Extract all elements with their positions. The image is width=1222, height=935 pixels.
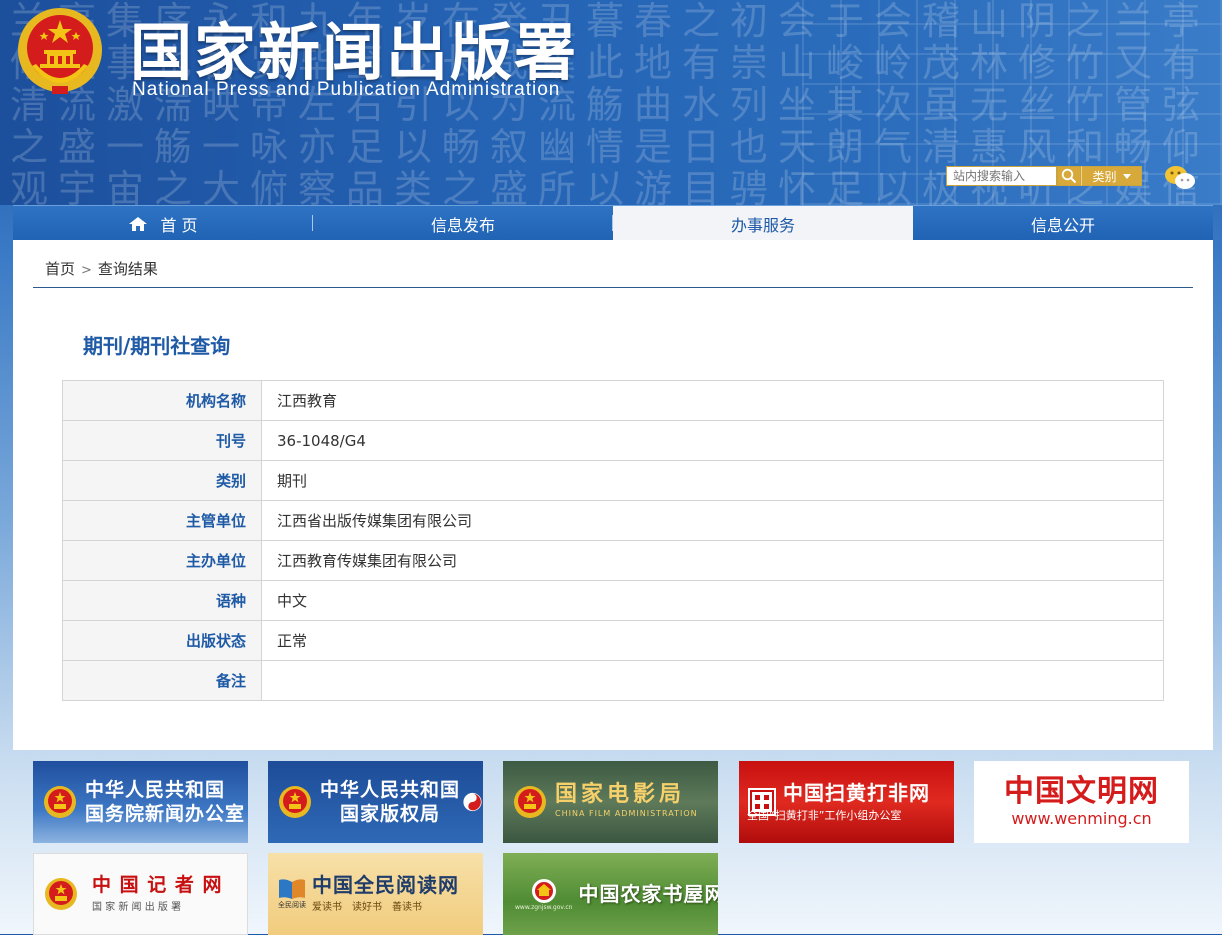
banner-title: 中华人民共和国 — [320, 779, 461, 801]
site-header: 兰亭集序永和九年岁在癸丑暮春之初会于会稽山阴之兰亭修禊事也群贤毕至少长咸集此地有… — [0, 0, 1222, 205]
field-value: 中文 — [261, 580, 1164, 621]
field-label: 类别 — [62, 460, 262, 501]
field-label: 刊号 — [62, 420, 262, 461]
link-film-banner[interactable]: 国家电影局 CHINA FILM ADMINISTRATION — [503, 761, 718, 843]
banner-title: 中国文明网 — [1004, 774, 1159, 809]
nav-services-label: 办事服务 — [730, 215, 795, 235]
field-value: 期刊 — [261, 460, 1164, 501]
field-label: 主办单位 — [62, 540, 262, 581]
banner-title: 中华人民共和国 — [85, 779, 226, 801]
banner-title: 中国农家书屋网 — [578, 882, 718, 906]
national-emblem-icon — [45, 878, 77, 910]
table-row: 刊号 36-1048/G4 — [62, 420, 1164, 461]
table-row: 主管单位 江西省出版传媒集团有限公司 — [62, 500, 1164, 541]
breadcrumb: 首页 > 查询结果 — [45, 258, 158, 279]
category-label: 类别 — [1092, 169, 1117, 184]
nav-info-disclosure[interactable]: 信息公开 — [913, 206, 1213, 241]
banner-subtitle: CHINA FILM ADMINISTRATION — [555, 809, 698, 818]
field-label: 备注 — [62, 660, 262, 701]
field-value: 江西教育传媒集团有限公司 — [261, 540, 1164, 581]
category-dropdown[interactable]: 类别 — [1081, 166, 1142, 186]
field-value: 江西教育 — [261, 380, 1164, 421]
banner-title: 国家电影局 — [555, 782, 686, 807]
banner-subtitle: 全国“扫黄打非”工作小组办公室 — [747, 809, 902, 822]
table-row: 机构名称 江西教育 — [62, 380, 1164, 421]
field-label: 出版状态 — [62, 620, 262, 661]
breadcrumb-home-link[interactable]: 首页 — [45, 260, 75, 278]
national-emblem-icon — [18, 8, 102, 94]
table-row: 备注 — [62, 660, 1164, 701]
national-emblem-icon — [279, 786, 311, 818]
table-row: 语种 中文 — [62, 580, 1164, 621]
link-reading-banner[interactable]: 全民阅读 中国全民阅读网 爱读书 读好书 善读书 — [268, 853, 483, 935]
query-result-table: 机构名称 江西教育 刊号 36-1048/G4 类别 期刊 主管单位 江西省出版传媒集团… — [62, 380, 1164, 701]
breadcrumb-current: 查询结果 — [97, 260, 158, 278]
main-nav: 首 页 信息发布 办事服务 信息公开 — [13, 205, 1213, 241]
search-button[interactable] — [1057, 166, 1081, 186]
national-emblem-icon — [514, 786, 546, 818]
link-ncac-banner[interactable]: 中华人民共和国 国家版权局 — [268, 761, 483, 843]
home-icon — [129, 216, 148, 231]
banner-subtitle: 国务院新闻办公室 — [85, 803, 246, 825]
link-jizhe-banner[interactable]: 中 国 记 者 网 国 家 新 闻 出 版 署 — [33, 853, 248, 935]
link-nongjia-banner[interactable]: www.zgnjsw.gov.cn 中国农家书屋网 — [503, 853, 718, 935]
table-row: 主办单位 江西教育传媒集团有限公司 — [62, 540, 1164, 581]
banner-title: 中 国 记 者 网 — [92, 874, 223, 896]
banner-subtitle: 爱读书 读好书 善读书 — [312, 902, 422, 913]
nav-home-label: 首 页 — [160, 215, 198, 235]
breadcrumb-separator: > — [81, 263, 92, 278]
banner-title: 中国扫黄打非网 — [783, 781, 930, 805]
link-wenming-banner[interactable]: 中国文明网 www.wenming.cn — [974, 761, 1189, 843]
wechat-icon[interactable] — [1164, 164, 1196, 192]
banner-subtitle: www.wenming.cn — [1011, 809, 1152, 828]
nav-services[interactable]: 办事服务 — [613, 206, 913, 241]
banner-title: 中国全民阅读网 — [312, 873, 459, 897]
search-input[interactable] — [946, 166, 1057, 186]
table-row: 类别 期刊 — [62, 460, 1164, 501]
field-value — [261, 660, 1164, 701]
field-value: 正常 — [261, 620, 1164, 661]
copyright-swirl-icon — [463, 792, 482, 812]
field-value: 36-1048/G4 — [261, 420, 1164, 461]
nav-info-release[interactable]: 信息发布 — [313, 206, 613, 241]
link-scio-banner[interactable]: 中华人民共和国 国务院新闻办公室 — [33, 761, 248, 843]
field-value: 江西省出版传媒集团有限公司 — [261, 500, 1164, 541]
nav-home[interactable]: 首 页 — [13, 206, 313, 241]
banner-subtitle: 国 家 新 闻 出 版 署 — [92, 902, 182, 913]
main-content: 首页 > 查询结果 期刊/期刊社查询 机构名称 江西教育 刊号 36-1048/G4 类… — [13, 240, 1213, 750]
farm-bookhouse-logo-icon — [531, 878, 556, 903]
site-subtitle: National Press and Publication Administr… — [132, 79, 561, 100]
link-shdf-banner[interactable]: 中国扫黄打非网 全国“扫黄打非”工作小组办公室 — [739, 761, 954, 843]
query-title: 期刊/期刊社查询 — [83, 334, 231, 358]
banner-subtitle: 国家版权局 — [340, 803, 441, 825]
field-label: 语种 — [62, 580, 262, 621]
field-label: 主管单位 — [62, 500, 262, 541]
nav-info-release-label: 信息发布 — [430, 215, 495, 235]
breadcrumb-divider — [33, 287, 1193, 288]
national-emblem-icon — [44, 786, 76, 818]
open-book-icon — [279, 879, 305, 899]
nongjia-url: www.zgnjsw.gov.cn — [515, 903, 573, 911]
reading-badge: 全民阅读 — [278, 901, 306, 909]
related-links: 中华人民共和国 国务院新闻办公室 中华人民共和国 国家版权局 国家电影局 CHI… — [0, 760, 1222, 935]
field-label: 机构名称 — [62, 380, 262, 421]
chevron-down-icon — [1122, 173, 1131, 179]
table-row: 出版状态 正常 — [62, 620, 1164, 661]
search-icon — [1061, 168, 1077, 184]
nav-info-disclosure-label: 信息公开 — [1030, 215, 1095, 235]
